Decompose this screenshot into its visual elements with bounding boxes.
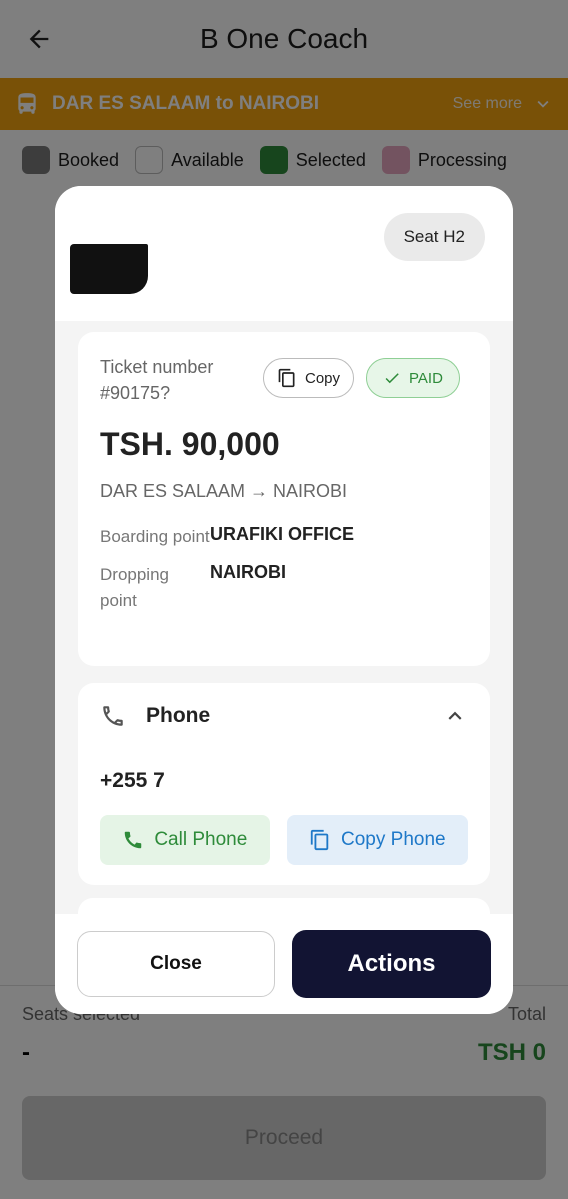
dropping-point-label: Dropping point — [100, 565, 169, 610]
boarding-point-value: URAFIKI OFFICE — [210, 524, 354, 544]
copy-phone-label: Copy Phone — [341, 829, 446, 850]
actions-button[interactable]: Actions — [292, 930, 491, 998]
phone-title: Phone — [146, 704, 211, 727]
ticket-route: DAR ES SALAAM → NAIROBI — [100, 481, 348, 501]
paid-label: PAID — [409, 369, 443, 387]
call-phone-label: Call Phone — [154, 829, 248, 850]
dropping-point-row: Dropping point NAIROBI — [100, 562, 468, 614]
boarding-point-row: Boarding point URAFIKI OFFICE — [100, 524, 468, 550]
phone-number: +255 7 — [100, 769, 165, 792]
close-button[interactable]: Close — [77, 931, 275, 997]
boarding-point-label: Boarding point — [100, 527, 210, 546]
ticket-number-label: Ticket number — [100, 357, 214, 377]
copy-icon — [310, 829, 329, 851]
dropping-point-value: NAIROBI — [210, 562, 286, 582]
dialog-header: Seat H2 — [55, 186, 513, 321]
dialog-footer: Close Actions — [55, 914, 513, 1014]
copy-phone-button[interactable]: Copy Phone — [286, 815, 468, 865]
ticket-dialog: Seat H2 Ticket number #90175? Copy PAID … — [55, 186, 513, 1014]
copy-icon — [278, 368, 295, 388]
ticket-card: Ticket number #90175? Copy PAID TSH. 90,… — [78, 332, 490, 666]
phone-section-header[interactable]: Phone — [100, 703, 468, 729]
phone-card: Phone +255 7 Call Phone Copy Phone — [78, 683, 490, 885]
call-phone-button[interactable]: Call Phone — [100, 815, 270, 865]
ticket-number-block: Ticket number #90175? — [100, 354, 250, 406]
chevron-up-icon[interactable] — [442, 703, 468, 729]
ticket-amount: TSH. 90,000 — [100, 426, 280, 462]
phone-icon — [103, 706, 123, 726]
paid-status-badge: PAID — [366, 358, 460, 398]
seat-chip: Seat H2 — [383, 213, 485, 261]
redacted-name — [70, 244, 148, 294]
copy-ticket-button[interactable]: Copy — [263, 358, 355, 398]
check-icon — [385, 373, 399, 384]
copy-label: Copy — [305, 369, 341, 387]
phone-call-icon — [125, 831, 142, 849]
ticket-number-value: #90175? — [100, 383, 171, 403]
